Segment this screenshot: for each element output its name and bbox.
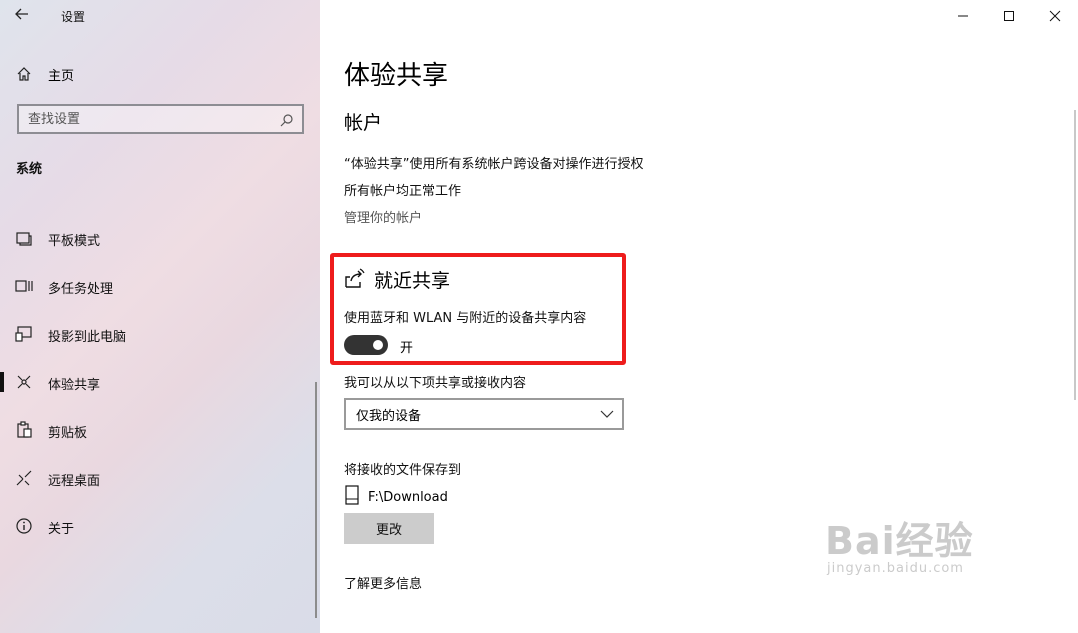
save-path-value: F:\Download xyxy=(368,489,448,505)
sidebar-item-project[interactable]: 投影到此电脑 xyxy=(0,320,320,348)
sidebar-item-label: 剪贴板 xyxy=(48,426,88,441)
minimize-icon[interactable] xyxy=(940,0,986,32)
back-arrow-icon[interactable] xyxy=(14,6,34,26)
sidebar-item-shared-experiences[interactable]: 体验共享 xyxy=(0,368,320,396)
share-from-label: 我可以从以下项共享或接收内容 xyxy=(344,376,527,391)
clipboard-icon xyxy=(15,421,33,439)
sidebar-item-label: 体验共享 xyxy=(48,378,101,393)
baidu-watermark: Bai经验 jingyan.baidu.com xyxy=(825,510,974,576)
maximize-icon[interactable] xyxy=(986,0,1032,32)
sidebar-item-label: 关于 xyxy=(48,522,75,537)
sidebar-item-clipboard[interactable]: 剪贴板 xyxy=(0,416,320,444)
search-input[interactable] xyxy=(28,111,268,127)
project-icon xyxy=(15,325,33,343)
watermark-url: jingyan.baidu.com xyxy=(827,561,964,576)
active-indicator xyxy=(0,372,4,392)
sidebar-item-label: 多任务处理 xyxy=(48,282,114,297)
tablet-mode-icon xyxy=(15,229,33,247)
window-controls xyxy=(940,0,1078,32)
dropdown-selected-value: 仅我的设备 xyxy=(356,408,422,424)
home-icon xyxy=(16,66,34,82)
page-title: 体验共享 xyxy=(344,61,449,91)
manage-accounts-link[interactable]: 管理你的帐户 xyxy=(344,207,422,226)
sidebar-item-multitasking[interactable]: 多任务处理 xyxy=(0,272,320,300)
device-icon xyxy=(344,485,360,509)
remote-desktop-icon xyxy=(15,469,33,487)
accounts-status: 所有帐户均正常工作 xyxy=(344,184,462,199)
close-icon[interactable] xyxy=(1032,0,1078,32)
sidebar-scrollbar[interactable] xyxy=(315,382,317,618)
watermark-brand: Bai经验 xyxy=(825,519,974,563)
search-icon[interactable] xyxy=(280,112,294,131)
sidebar-item-remote-desktop[interactable]: 远程桌面 xyxy=(0,464,320,492)
main-scrollbar[interactable] xyxy=(1074,110,1076,400)
chevron-down-icon xyxy=(600,407,614,425)
home-nav-item[interactable]: 主页 xyxy=(16,64,74,84)
section-label-system: 系统 xyxy=(16,162,43,177)
highlight-box xyxy=(330,253,626,365)
sidebar-item-about[interactable]: 关于 xyxy=(0,512,320,540)
change-button[interactable]: 更改 xyxy=(344,513,434,544)
save-path: F:\Download xyxy=(344,485,448,509)
save-location-label: 将接收的文件保存到 xyxy=(344,463,462,478)
info-icon xyxy=(15,517,33,535)
sidebar-item-tablet-mode[interactable]: 平板模式 xyxy=(0,224,320,252)
share-from-dropdown[interactable]: 仅我的设备 xyxy=(344,398,624,430)
search-box[interactable] xyxy=(17,104,304,134)
sidebar: 设置 主页 系统 平板模式 多任务处理 投影到此电脑 体验 xyxy=(0,0,320,633)
sidebar-item-label: 平板模式 xyxy=(48,234,101,249)
sidebar-item-label: 远程桌面 xyxy=(48,474,101,489)
sidebar-item-label: 投影到此电脑 xyxy=(48,330,127,345)
accounts-description: “体验共享”使用所有系统帐户跨设备对操作进行授权 xyxy=(344,157,644,172)
window-title: 设置 xyxy=(61,10,86,24)
accounts-heading: 帐户 xyxy=(344,112,383,134)
learn-more-link[interactable]: 了解更多信息 xyxy=(344,573,422,592)
home-label: 主页 xyxy=(48,68,75,84)
multitasking-icon xyxy=(15,277,33,295)
shared-experiences-icon xyxy=(15,373,33,391)
